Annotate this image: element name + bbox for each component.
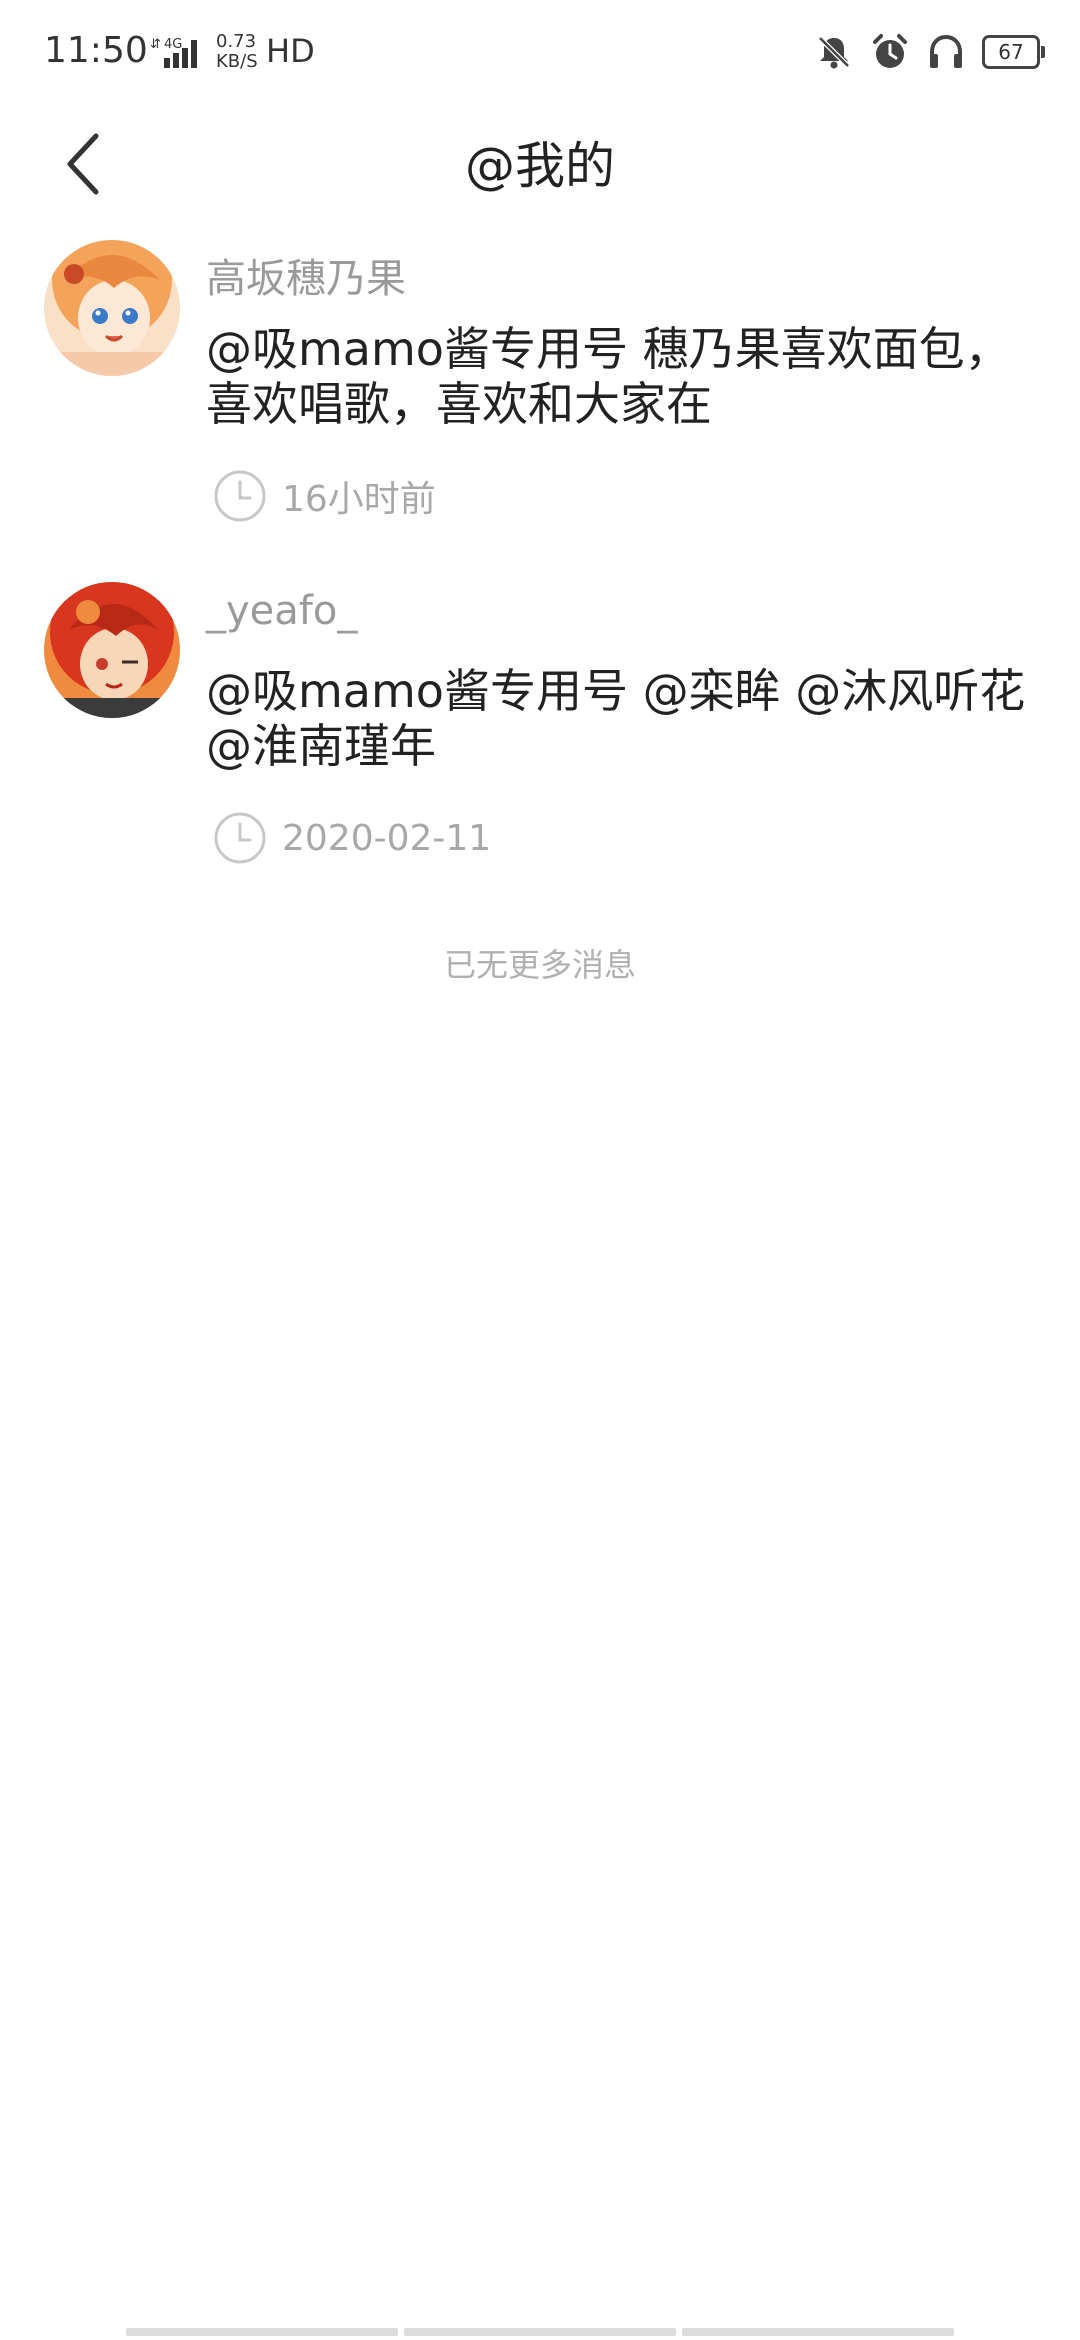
mute-icon xyxy=(818,36,850,69)
signal-icon: ⇵ 4G xyxy=(150,37,197,68)
svg-text:4G: 4G xyxy=(164,37,182,52)
mention-time: 2020-02-11 xyxy=(282,817,492,859)
gesture-segment-right[interactable] xyxy=(682,2328,954,2336)
mention-content[interactable]: @吸mamo酱专用号 @栾眸 @沐风听花 @淮南瑾年 xyxy=(206,664,1046,774)
time-row: 16小时前 xyxy=(212,466,436,526)
header: @我的 xyxy=(0,110,1080,230)
clock-icon xyxy=(214,812,266,864)
mention-time: 16小时前 xyxy=(282,479,436,520)
avatar[interactable] xyxy=(44,240,180,376)
status-icons: 67 xyxy=(814,30,1045,74)
user-name[interactable]: 高坂穗乃果 xyxy=(206,246,406,304)
gesture-segment-middle[interactable] xyxy=(404,2328,676,2336)
no-more-messages: 已无更多消息 xyxy=(443,946,636,984)
mention-content[interactable]: @吸mamo酱专用号 穗乃果喜欢面包，喜欢唱歌，喜欢和大家在 xyxy=(206,322,1046,432)
time-row: 2020-02-11 xyxy=(212,808,491,868)
headphones-icon xyxy=(930,34,962,68)
status-time: 11:50 xyxy=(44,30,148,71)
page-title: @我的 xyxy=(465,137,615,195)
gesture-segment-left[interactable] xyxy=(126,2328,398,2336)
hd-indicator: HD xyxy=(266,32,315,70)
avatar[interactable] xyxy=(44,582,180,718)
svg-text:⇵: ⇵ xyxy=(150,37,161,52)
list-item[interactable]: _yeafo_ @吸mamo酱专用号 @栾眸 @沐风听花 @淮南瑾年 2020-… xyxy=(0,578,1080,888)
status-bar: 11:50 ⇵ 4G 0.73 KB/S HD 67 xyxy=(0,0,1080,110)
list-item[interactable]: 高坂穗乃果 @吸mamo酱专用号 穗乃果喜欢面包，喜欢唱歌，喜欢和大家在 16小… xyxy=(0,236,1080,546)
clock-icon xyxy=(214,470,266,522)
network-speed: 0.73 KB/S xyxy=(216,32,258,72)
user-name[interactable]: _yeafo_ xyxy=(206,588,357,634)
alarm-icon xyxy=(873,34,907,68)
battery-icon: 67 xyxy=(982,35,1045,69)
speed-value: 0.73 xyxy=(216,31,257,52)
speed-unit: KB/S xyxy=(216,51,258,72)
gesture-bar[interactable] xyxy=(126,2328,954,2336)
